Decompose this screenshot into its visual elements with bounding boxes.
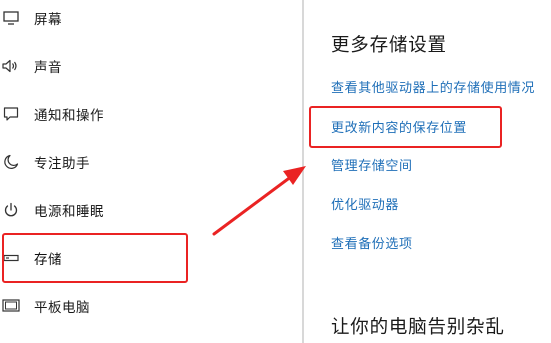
link-change-save-location[interactable]: 更改新内容的保存位置: [331, 117, 467, 136]
section-title-more-storage-settings: 更多存储设置: [331, 35, 447, 56]
link-manage-storage-spaces[interactable]: 管理存储空间: [331, 155, 413, 174]
storage-drive-icon: [2, 249, 20, 267]
section-title-declutter: 让你的电脑告别杂乱: [331, 317, 505, 338]
display-icon: [2, 9, 20, 27]
link-view-backup-options[interactable]: 查看备份选项: [331, 233, 413, 252]
speaker-icon: [2, 57, 20, 75]
sidebar-item-label: 平板电脑: [34, 300, 90, 316]
sidebar-item-tablet[interactable]: 平板电脑: [0, 286, 300, 326]
sidebar-nav: 屏幕 声音 通知和操作 专注助手 电源和睡眠 存储 平板电脑: [0, 0, 302, 343]
sidebar-item-sound[interactable]: 声音: [0, 46, 300, 86]
sidebar-item-label: 专注助手: [34, 156, 90, 172]
sidebar-item-focus-assist[interactable]: 专注助手: [0, 142, 300, 182]
power-icon: [2, 201, 20, 219]
sidebar-item-notifications[interactable]: 通知和操作: [0, 94, 300, 134]
settings-window: 屏幕 声音 通知和操作 专注助手 电源和睡眠 存储 平板电脑 更多存储设置 查看…: [0, 0, 551, 343]
sidebar-item-label: 电源和睡眠: [34, 204, 104, 220]
sidebar-item-storage[interactable]: 存储: [0, 238, 300, 278]
sidebar-item-display[interactable]: 屏幕: [0, 0, 300, 38]
sidebar-item-label: 声音: [34, 60, 62, 76]
link-optimize-drives[interactable]: 优化驱动器: [331, 194, 399, 213]
sidebar-item-label: 存储: [34, 252, 62, 268]
sidebar-item-label: 屏幕: [34, 12, 62, 28]
notification-icon: [2, 105, 20, 123]
link-view-other-drives-usage[interactable]: 查看其他驱动器上的存储使用情况: [331, 77, 535, 96]
sidebar-item-label: 通知和操作: [34, 108, 104, 124]
storage-settings-pane: 更多存储设置 查看其他驱动器上的存储使用情况 更改新内容的保存位置 管理存储空间…: [304, 0, 551, 343]
sidebar-item-power-sleep[interactable]: 电源和睡眠: [0, 190, 300, 230]
tablet-icon: [2, 297, 20, 315]
moon-icon: [2, 153, 20, 171]
